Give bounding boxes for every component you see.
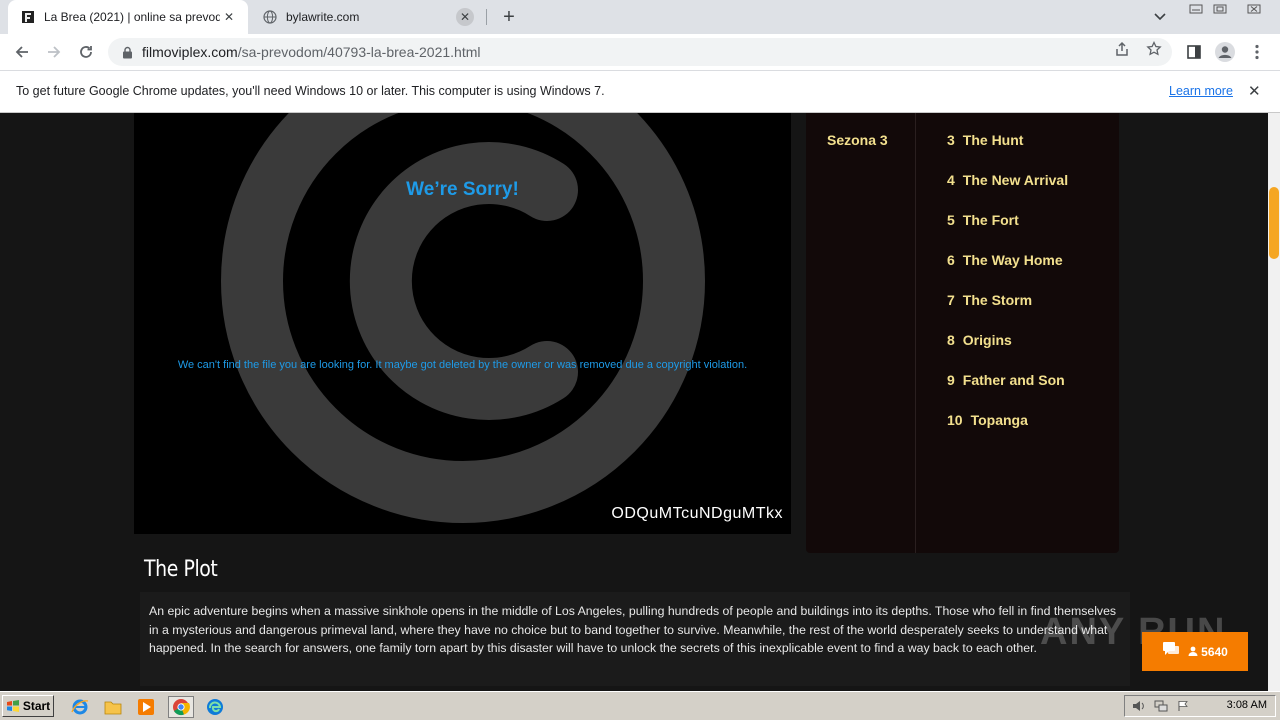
start-button[interactable]: Start xyxy=(2,695,54,717)
episode-number: 9 xyxy=(947,372,955,388)
windows-flag-icon xyxy=(6,700,19,712)
episode-item[interactable]: 3 The Hunt xyxy=(947,132,1023,148)
url-text[interactable]: filmoviplex.com/sa-prevodom/40793-la-bre… xyxy=(142,44,1172,60)
episode-divider xyxy=(915,113,916,553)
plot-box: An epic adventure begins when a massive … xyxy=(140,592,1130,686)
episode-title: Topanga xyxy=(970,412,1028,428)
start-label: Start xyxy=(22,699,51,713)
close-window-button[interactable] xyxy=(1240,0,1268,18)
site-favicon-icon xyxy=(20,9,36,25)
episode-title: The Hunt xyxy=(962,132,1024,148)
address-bar[interactable]: filmoviplex.com/sa-prevodom/40793-la-bre… xyxy=(108,38,1172,66)
browser-toolbar: filmoviplex.com/sa-prevodom/40793-la-bre… xyxy=(0,34,1280,71)
tab-la-brea[interactable]: La Brea (2021) | online sa prevodom ✕ xyxy=(8,0,248,34)
user-icon xyxy=(1188,645,1198,659)
episode-item[interactable]: 6 The Way Home xyxy=(947,252,1063,268)
error-heading: We’re Sorry! xyxy=(406,179,519,200)
chevron-down-icon[interactable] xyxy=(1150,8,1170,26)
episode-list: Sezona 3 3 The Hunt 4 The New Arrival 5 The… xyxy=(806,113,1119,553)
episode-item[interactable]: 5 The Fort xyxy=(947,212,1019,228)
video-player[interactable]: We’re Sorry! We can't find the file you … xyxy=(134,113,791,534)
episode-title: Origins xyxy=(962,332,1012,348)
back-button[interactable] xyxy=(10,40,34,64)
reload-button[interactable] xyxy=(74,40,98,64)
episode-item[interactable]: 10 Topanga xyxy=(947,412,1028,428)
episode-number: 10 xyxy=(947,412,963,428)
forward-button[interactable] xyxy=(42,40,66,64)
episode-item[interactable]: 4 The New Arrival xyxy=(947,172,1068,188)
player-code: ODQuMTcuNDguMTkx xyxy=(611,505,783,522)
episode-item[interactable]: 8 Origins xyxy=(947,332,1012,348)
infobar-message: To get future Google Chrome updates, you… xyxy=(16,84,605,98)
restore-button[interactable] xyxy=(1208,0,1232,18)
episode-number: 5 xyxy=(947,212,955,228)
episode-item[interactable]: 9 Father and Son xyxy=(947,372,1065,388)
error-message: We can't find the file you are looking f… xyxy=(177,359,748,371)
taskbar-clock[interactable]: 3:08 AM xyxy=(1227,699,1267,711)
bookmark-star-icon[interactable] xyxy=(1145,40,1163,58)
tab-title: La Brea (2021) | online sa prevodom xyxy=(44,10,220,24)
lock-icon[interactable] xyxy=(120,46,134,59)
side-panel-icon[interactable] xyxy=(1182,40,1206,64)
volume-icon[interactable] xyxy=(1131,698,1147,714)
episode-title: The Way Home xyxy=(962,252,1063,268)
infobar-close-icon[interactable]: ✕ xyxy=(1248,82,1261,100)
page-content: We’re Sorry! We can't find the file you … xyxy=(0,113,1268,691)
episode-title: Father and Son xyxy=(962,372,1065,388)
tab-close-icon[interactable]: ✕ xyxy=(456,8,474,26)
tab-separator xyxy=(486,9,487,25)
tab-title: bylawrite.com xyxy=(286,10,360,24)
episode-number: 3 xyxy=(947,132,955,148)
windows-taskbar: Start 3:08 AM xyxy=(0,691,1280,720)
plot-text: An epic adventure begins when a massive … xyxy=(149,604,1117,655)
update-infobar: To get future Google Chrome updates, you… xyxy=(0,71,1280,113)
episode-number: 4 xyxy=(947,172,955,188)
chrome-taskbar-icon[interactable] xyxy=(168,696,194,718)
episode-title: The Fort xyxy=(962,212,1019,228)
kebab-menu-icon[interactable] xyxy=(1245,40,1269,64)
chat-bubble-icon xyxy=(1162,641,1180,662)
file-explorer-icon[interactable] xyxy=(102,696,124,718)
episode-title: The Storm xyxy=(962,292,1033,308)
plot-heading: The Plot xyxy=(144,557,218,582)
season-label[interactable]: Sezona 3 xyxy=(827,132,888,148)
profile-avatar-icon[interactable] xyxy=(1213,40,1237,64)
episode-item[interactable]: 7 The Storm xyxy=(947,292,1032,308)
copyright-icon xyxy=(221,113,705,523)
chat-button[interactable]: 5640 xyxy=(1142,632,1248,671)
tab-strip: La Brea (2021) | online sa prevodom ✕ by… xyxy=(0,0,1280,34)
action-center-flag-icon[interactable] xyxy=(1175,698,1191,714)
tab-bylawrite[interactable]: bylawrite.com ✕ xyxy=(252,0,484,34)
media-player-icon[interactable] xyxy=(135,696,157,718)
internet-explorer-icon[interactable] xyxy=(69,696,91,718)
system-tray: 3:08 AM xyxy=(1124,695,1276,717)
learn-more-link[interactable]: Learn more xyxy=(1169,84,1233,98)
chat-user-count: 5640 xyxy=(1201,644,1228,659)
minimize-button[interactable] xyxy=(1184,0,1208,18)
network-icon[interactable] xyxy=(1153,698,1169,714)
new-tab-button[interactable]: + xyxy=(498,6,520,28)
tab-close-icon[interactable]: ✕ xyxy=(220,8,238,26)
episode-title: The New Arrival xyxy=(962,172,1069,188)
scrollbar-thumb[interactable] xyxy=(1269,187,1279,259)
globe-icon xyxy=(262,9,278,25)
episode-number: 6 xyxy=(947,252,955,268)
url-path: /sa-prevodom/40793-la-brea-2021.html xyxy=(237,44,481,60)
episode-number: 7 xyxy=(947,292,955,308)
share-icon[interactable] xyxy=(1113,40,1131,58)
edge-icon[interactable] xyxy=(204,696,226,718)
url-domain: filmoviplex.com xyxy=(142,44,238,60)
episode-number: 8 xyxy=(947,332,955,348)
